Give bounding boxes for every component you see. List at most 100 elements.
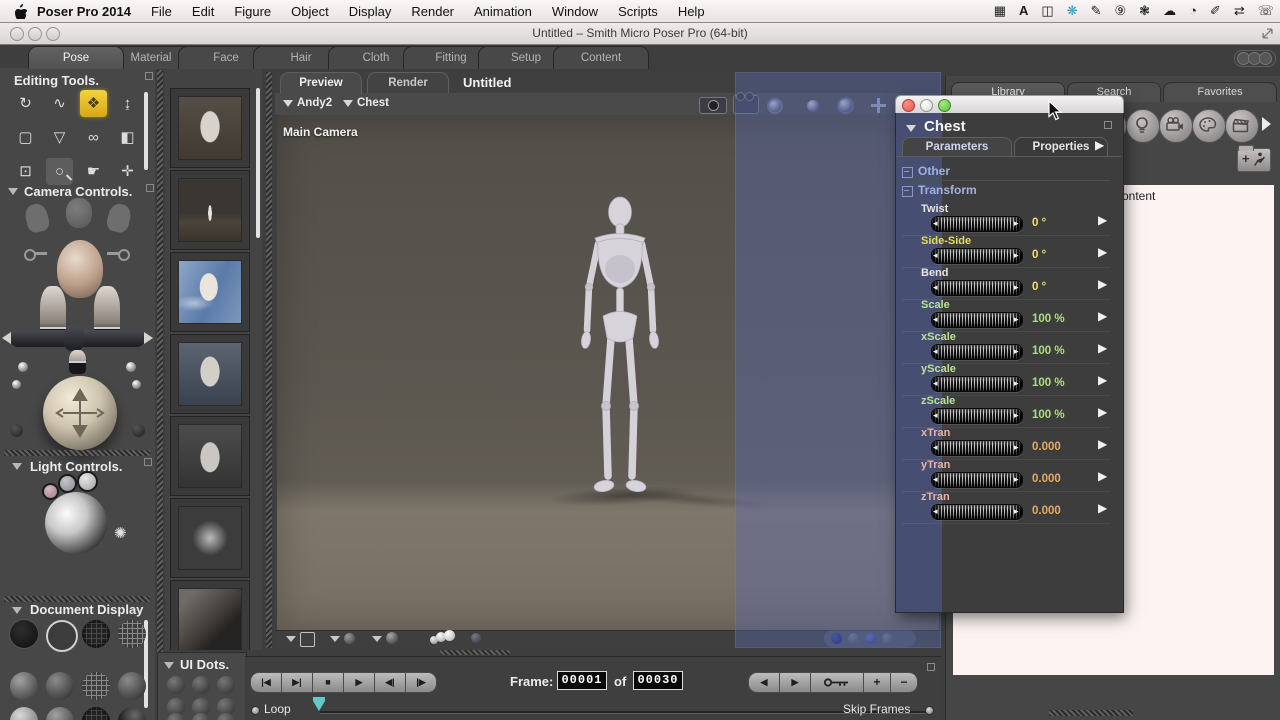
document-display-collapse-icon[interactable] [12,607,22,614]
param-value[interactable]: 0 ° [1032,249,1046,261]
chip-icon[interactable]: ▦ [994,0,1006,22]
param-value[interactable]: 100 % [1032,377,1065,389]
add-keyframe-button[interactable]: + [863,672,891,693]
tab-pose[interactable]: Pose [28,46,124,69]
translate-pull-tool-icon[interactable]: ❖ [80,90,107,117]
document-style-icon[interactable] [300,632,315,647]
dial-left-icon[interactable]: ◂ [933,312,938,326]
dial-right-icon[interactable]: ▸ [1014,472,1019,486]
ui-dot[interactable] [217,676,235,694]
menu-display[interactable]: Display [339,4,402,19]
first-frame-button[interactable]: |◀ [250,672,282,693]
dial-left-icon[interactable]: ◂ [933,504,938,518]
previous-key-button[interactable]: ◀ [748,672,780,693]
style-faint-icon[interactable] [471,633,481,643]
skip-frames-toggle[interactable] [925,706,934,715]
dial-left-icon[interactable]: ◂ [933,216,938,230]
param-dial[interactable] [931,376,1023,392]
display-style-lit-wireframe[interactable] [10,672,38,700]
app-menu-title[interactable]: Poser Pro 2014 [27,4,141,19]
flyaround-camera-control[interactable] [66,198,92,228]
adobe-icon[interactable]: A [1019,0,1028,22]
section-collapse-box[interactable] [902,186,913,197]
light-trackball[interactable] [45,492,107,554]
ui-dots-collapse-icon[interactable] [164,662,174,669]
rotate-tool-icon[interactable]: ↻ [12,90,39,117]
animating-key-icon[interactable] [104,248,130,261]
sidebar-splitter[interactable] [157,70,163,720]
window-title-bar[interactable]: Untitled – Smith Micro Poser Pro (64-bit… [0,22,1280,45]
direct-manipulation-tool-icon[interactable]: ✛ [114,158,141,185]
resize-corner-icon[interactable] [1262,28,1273,39]
camera-view-icon[interactable] [699,97,727,114]
display-style-outline[interactable] [46,620,78,652]
param-value[interactable]: 100 % [1032,409,1065,421]
clock-icon[interactable]: ◔ [1189,0,1197,22]
camera-dot-control[interactable] [10,424,23,437]
actor-dropdown[interactable]: Andy2 [297,97,332,109]
add-runtime-folder-icon[interactable]: + [1237,145,1271,172]
categories-scroll-arrow[interactable] [1262,117,1271,131]
section-collapse-box[interactable] [902,167,913,178]
current-frame-field[interactable]: 00001 [557,671,607,690]
loop-toggle[interactable] [251,706,260,715]
taper-tool-icon[interactable]: ▽ [46,124,73,151]
camera-dot-control[interactable] [126,362,136,372]
dial-left-icon[interactable]: ◂ [933,344,938,358]
camera-trackball[interactable] [43,376,117,450]
render-thumbnail[interactable] [170,580,250,650]
stylus-icon[interactable]: ✐ [1210,0,1221,22]
param-menu-arrow[interactable]: ▶ [1098,277,1107,291]
menu-figure[interactable]: Figure [224,4,281,19]
display-style-hidden-line[interactable] [118,620,146,648]
camera-dot-control[interactable] [18,362,28,372]
switch-icon[interactable]: ⇄ [1234,0,1245,22]
element-style-dropdown-icon[interactable] [372,636,382,642]
dial-left-icon[interactable]: ◂ [933,472,938,486]
palette-title-bar[interactable] [895,95,1124,115]
zoom-tool-icon[interactable]: ○ [46,158,73,185]
tab-properties[interactable]: Properties [1014,137,1108,157]
parameters-palette-window[interactable]: Chest Parameters Properties ▶ Other Tran… [895,95,1124,613]
menu-object[interactable]: Object [281,4,339,19]
param-menu-arrow[interactable]: ▶ [1098,309,1107,323]
category-materials-icon[interactable] [1192,109,1226,143]
param-menu-arrow[interactable]: ▶ [1098,437,1107,451]
color-tool-icon[interactable]: ◧ [114,124,141,151]
menu-animation[interactable]: Animation [464,4,542,19]
total-frames-field[interactable]: 00030 [633,671,683,690]
dial-left-icon[interactable]: ◂ [933,280,938,294]
step-back-button[interactable]: ◀| [374,672,406,693]
dial-right-icon[interactable]: ▸ [1014,248,1019,262]
render-thumbnail[interactable] [170,334,250,414]
section-other[interactable]: Other [918,164,950,178]
menu-file[interactable]: File [141,4,182,19]
actor-dropdown-icon[interactable] [283,100,293,107]
delete-keyframe-button[interactable]: − [890,672,918,693]
param-value[interactable]: 0.000 [1032,473,1061,485]
renders-scrollbar[interactable] [256,88,260,238]
palette-minimize-button[interactable] [920,99,933,112]
timeline-slider[interactable] [320,711,932,714]
display-style-silhouette[interactable] [10,620,38,648]
edit-keyframes-button[interactable] [810,672,864,693]
dial-left-icon[interactable]: ◂ [933,248,938,262]
param-value[interactable]: 0.000 [1032,441,1061,453]
pan-right-hand-icon[interactable] [144,332,153,344]
light-controls-collapse-icon[interactable] [12,463,22,470]
pan-left-hand-icon[interactable] [2,332,11,344]
dial-right-icon[interactable]: ▸ [1014,408,1019,422]
panel-options-icon[interactable] [144,458,152,466]
stop-button[interactable]: ■ [312,672,344,693]
display-style-flat-shaded[interactable] [46,672,74,700]
renders-splitter[interactable] [266,72,272,648]
param-value[interactable]: 0 ° [1032,281,1046,293]
light-indicator[interactable] [58,474,77,493]
param-menu-arrow[interactable]: ▶ [1098,245,1107,259]
step-forward-button[interactable]: |▶ [405,672,437,693]
camera-dot-control[interactable] [132,380,141,389]
dial-right-icon[interactable]: ▸ [1014,344,1019,358]
part-dropdown-icon[interactable] [343,100,353,107]
editing-tools-scrollbar[interactable] [144,92,148,170]
document-style-dropdown-icon[interactable] [286,636,296,642]
